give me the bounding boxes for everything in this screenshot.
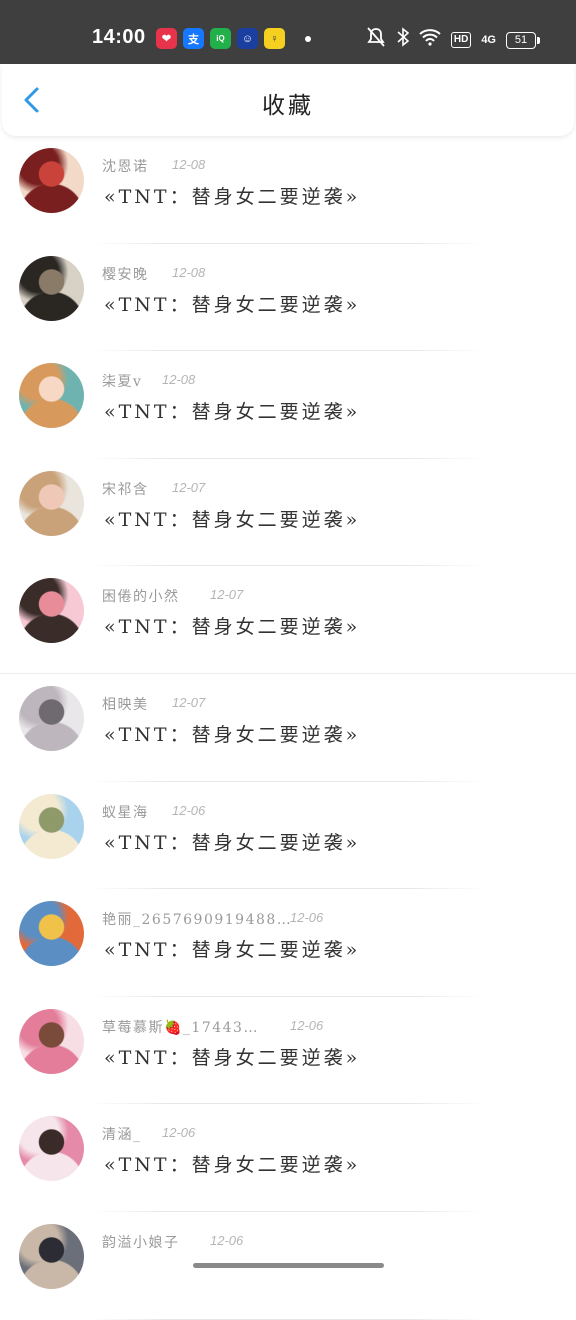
list-item[interactable]: 沈恩诺 12-08 «TNT：替身女二要逆袭» <box>0 136 576 244</box>
user-name[interactable]: 宋祁含 <box>102 479 149 499</box>
app-yellow-icon: ♀ <box>264 28 285 49</box>
book-title[interactable]: «TNT：替身女二要逆袭» <box>104 1043 360 1070</box>
book-title[interactable]: «TNT：替身女二要逆袭» <box>104 612 360 639</box>
list-item[interactable]: 草莓慕斯🍓_17443… 12-06 «TNT：替身女二要逆袭» <box>0 997 576 1105</box>
user-name[interactable]: 柒夏v <box>102 371 142 391</box>
user-name[interactable]: 蚁星海 <box>102 802 149 822</box>
app-blue-face-icon: ☺ <box>237 28 258 49</box>
user-name[interactable]: 樱安晚 <box>102 264 149 284</box>
notification-app-icons: ❤ 支 iQ ☺ ♀ <box>156 28 285 49</box>
avatar[interactable] <box>19 901 84 967</box>
list-item[interactable]: 樱安晚 12-08 «TNT：替身女二要逆袭» <box>0 244 576 352</box>
status-bar: 14:00 ❤ 支 iQ ☺ ♀ HD 4G 51 <box>0 0 576 64</box>
avatar[interactable] <box>19 1116 84 1182</box>
favorites-list: 沈恩诺 12-08 «TNT：替身女二要逆袭» 樱安晚 12-08 «TNT：替身女二要逆… <box>0 136 576 1320</box>
list-item[interactable]: 清涵_ 12-06 «TNT：替身女二要逆袭» <box>0 1104 576 1212</box>
book-title[interactable]: «TNT：替身女二要逆袭» <box>104 935 360 962</box>
book-title[interactable]: «TNT：替身女二要逆袭» <box>104 182 360 209</box>
user-name[interactable]: 草莓慕斯🍓_17443… <box>102 1017 259 1037</box>
user-name[interactable]: 相映美 <box>102 694 149 714</box>
user-name[interactable]: 沈恩诺 <box>102 156 149 176</box>
item-date: 12-06 <box>290 910 324 926</box>
bluetooth-icon <box>397 27 410 53</box>
user-name[interactable]: 艳丽_2657690919488… <box>102 909 292 929</box>
avatar[interactable] <box>19 363 84 429</box>
list-item[interactable]: 相映美 12-07 «TNT：替身女二要逆袭» <box>0 674 576 782</box>
home-indicator[interactable] <box>193 1263 384 1268</box>
app-red-heart-icon: ❤ <box>156 28 177 49</box>
avatar[interactable] <box>19 470 84 536</box>
list-item[interactable]: 蚁星海 12-06 «TNT：替身女二要逆袭» <box>0 782 576 890</box>
signal-4g-icon: 4G <box>481 34 496 46</box>
list-item[interactable]: 困倦的小然 12-07 «TNT：替身女二要逆袭» <box>0 566 576 674</box>
book-title[interactable]: «TNT：替身女二要逆袭» <box>104 828 360 855</box>
status-indicators: HD 4G 51 <box>365 27 540 53</box>
status-time: 14:00 <box>92 26 146 48</box>
item-date: 12-06 <box>172 802 206 818</box>
hd-badge: HD <box>450 32 472 48</box>
item-date: 12-08 <box>172 264 206 280</box>
avatar[interactable] <box>19 578 84 644</box>
book-title[interactable]: «TNT：替身女二要逆袭» <box>104 505 360 532</box>
avatar[interactable] <box>19 255 84 321</box>
item-date: 12-08 <box>162 372 196 388</box>
mute-icon <box>365 27 387 53</box>
avatar[interactable] <box>19 1223 84 1289</box>
page-title: 收藏 <box>262 93 314 119</box>
title-bar: 收藏 <box>2 64 574 136</box>
item-date: 12-07 <box>210 587 244 603</box>
item-date: 12-08 <box>172 157 206 172</box>
alipay-icon: 支 <box>183 28 204 49</box>
notification-dot-icon <box>305 36 311 42</box>
item-date: 12-07 <box>172 694 206 710</box>
book-title[interactable]: «TNT：替身女二要逆袭» <box>104 397 360 424</box>
list-item[interactable]: 柒夏v 12-08 «TNT：替身女二要逆袭» <box>0 351 576 459</box>
user-name[interactable]: 困倦的小然 <box>102 586 180 606</box>
wifi-icon <box>419 28 441 52</box>
book-title[interactable]: «TNT：替身女二要逆袭» <box>104 720 360 747</box>
book-title[interactable]: «TNT：替身女二要逆袭» <box>104 1150 360 1177</box>
item-date: 12-06 <box>162 1125 196 1141</box>
iqiyi-icon: iQ <box>210 28 231 49</box>
book-title[interactable]: «TNT：替身女二要逆袭» <box>104 290 360 317</box>
item-date: 12-07 <box>172 479 206 495</box>
avatar[interactable] <box>19 148 84 213</box>
battery-icon: 51 <box>506 31 540 49</box>
avatar[interactable] <box>19 1008 84 1074</box>
user-name[interactable]: 清涵_ <box>102 1124 142 1144</box>
avatar[interactable] <box>19 793 84 859</box>
item-date: 12-06 <box>210 1232 244 1248</box>
item-date: 12-06 <box>290 1017 324 1033</box>
list-item[interactable]: 宋祁含 12-07 «TNT：替身女二要逆袭» <box>0 459 576 567</box>
list-item[interactable]: 艳丽_2657690919488… 12-06 «TNT：替身女二要逆袭» <box>0 889 576 997</box>
avatar[interactable] <box>19 685 84 751</box>
user-name[interactable]: 韵溢小娘子 <box>102 1232 180 1252</box>
